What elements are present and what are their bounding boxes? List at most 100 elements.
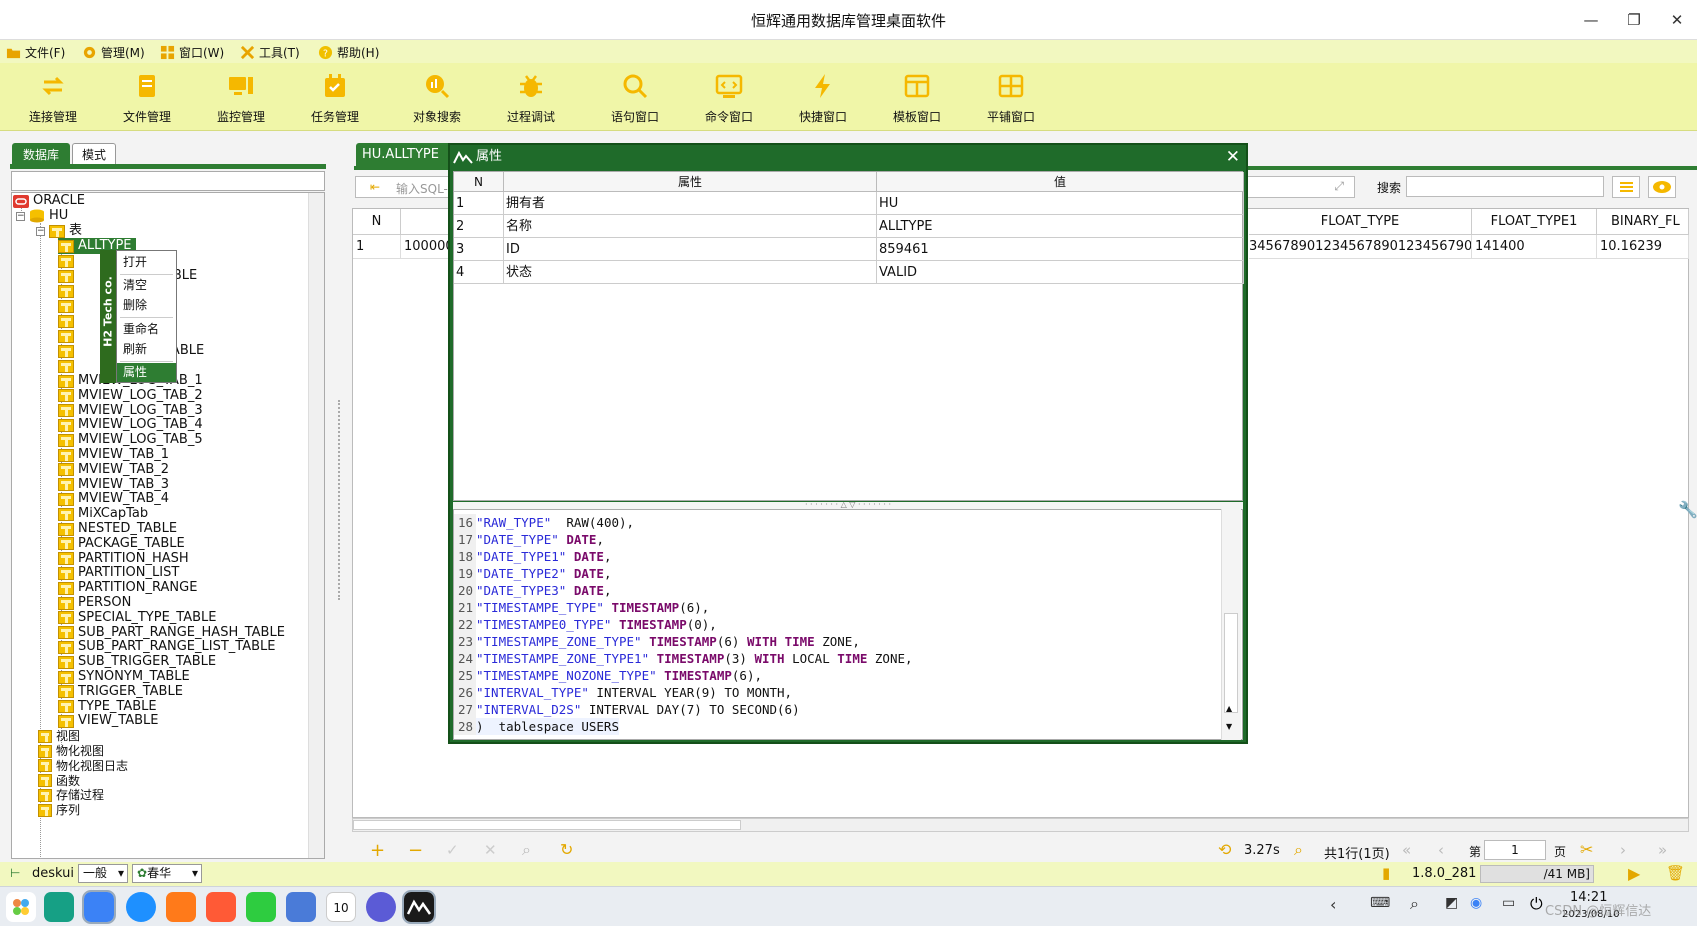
list-view-button[interactable] [1612,176,1640,198]
tree-node-table[interactable]: MVIEW_TAB_4 [58,491,169,507]
scroll-up-icon[interactable]: ▲ [1226,704,1232,713]
minimize-button[interactable]: — [1576,8,1606,32]
cancel-icon[interactable]: ✕ [484,841,497,859]
tree-node-hu[interactable]: − HU [16,208,68,224]
property-cell[interactable]: 859461 [877,238,1244,261]
last-page-icon[interactable]: » [1658,841,1667,859]
tree-node-table[interactable]: MiXCapTab [58,506,148,522]
launcher-icon[interactable] [6,892,36,922]
power-icon[interactable]: ⏻ [1530,894,1543,914]
tree-node-table[interactable]: TYPE_TABLE [58,699,157,715]
property-cell[interactable]: ID [504,238,877,261]
menu-help[interactable]: ? 帮助(H) [318,43,379,61]
network-icon[interactable]: ◉ [1470,895,1482,911]
toolbar-command-button[interactable]: 命令窗口 [686,69,772,129]
keyboard-icon[interactable]: ⌨ [1370,895,1390,911]
prev-page-icon[interactable]: ‹ [1438,841,1444,859]
table-cell[interactable]: 141400 [1472,235,1597,259]
play-icon[interactable]: ▶ [1628,864,1640,883]
collapse-icon[interactable]: − [16,211,25,221]
toolbar-object-search-button[interactable]: 对象搜索 [394,69,480,129]
expand-icon[interactable]: ⤢ [1334,179,1344,194]
menu-window[interactable]: 窗口(W) [160,43,224,61]
menu-manage[interactable]: 管理(M) [82,43,145,61]
property-cell[interactable]: 4 [454,261,504,284]
property-cell[interactable]: 2 [454,215,504,238]
tree-node-table[interactable]: MVIEW_LOG_TAB_2 [58,388,203,404]
tree-node-table[interactable]: VIEW_TABLE [58,713,159,729]
ddl-code-view[interactable]: 16 "RAW_TYPE" RAW(400), 17 "DATE_TYPE" DATE… [453,509,1243,740]
tree-node-folder[interactable]: 函数 [38,773,80,789]
docs-icon[interactable] [286,892,316,922]
column-header[interactable]: 属性 [504,172,877,192]
table-cell[interactable]: 1 [353,235,401,259]
toolbar-template-button[interactable]: 模板窗口 [874,69,960,129]
table-cell[interactable]: 34567890123456789012345679​00 [1249,235,1472,259]
tree-node-table[interactable] [58,298,74,314]
tree-node-oracle[interactable]: ORACLE [13,193,85,209]
check-icon[interactable]: ✓ [446,841,459,859]
property-cell[interactable]: HU [877,192,1244,215]
first-page-icon[interactable]: « [1402,841,1411,859]
tree-node-table[interactable] [58,358,74,374]
tab-schema[interactable]: 模式 [72,143,116,165]
browser-icon[interactable] [126,892,156,922]
tree-node-table[interactable]: MVIEW_TAB_3 [58,477,169,493]
dialog-splitter[interactable]: · · · · · · · △ ▽ · · · · · · · [453,501,1243,509]
menu-item-clear[interactable]: 清空 [117,276,176,295]
tree-node-table[interactable]: MVIEW_TAB_1 [58,447,169,463]
tree-node-table[interactable]: SUB_PART_RANGE_HASH_TABLE [58,625,285,641]
menu-item-refresh[interactable]: 刷新 [117,340,176,359]
tree-node-folder[interactable]: 物化视图 [38,743,104,759]
store-icon[interactable] [166,892,196,922]
remove-icon[interactable]: − [408,840,423,861]
property-cell[interactable]: 状态 [504,261,877,284]
wrench-icon[interactable]: 🔧 [1678,500,1697,519]
property-cell[interactable]: 名称 [504,215,877,238]
dialog-close-icon[interactable]: ✕ [1226,147,1240,167]
screenshot-icon[interactable]: ◩ [1445,895,1458,911]
tree-node-table[interactable]: PARTITION_HASH [58,551,189,567]
page-input[interactable]: 1 [1484,840,1546,860]
tree-node-table[interactable]: PERSON [58,595,131,611]
tree-node-table[interactable]: PARTITION_RANGE [58,580,197,596]
jump-icon[interactable]: ✂ [1580,840,1593,859]
column-header[interactable]: N [454,172,504,192]
column-header[interactable]: FLOAT_TYPE1 [1472,209,1597,235]
photos-icon[interactable] [206,892,236,922]
tree-node-table[interactable]: SUB_PART_RANGE_LIST_TABLE [58,639,276,655]
property-cell[interactable]: 1 [454,192,504,215]
toolbar-tile-button[interactable]: 平铺窗口 [968,69,1054,129]
theme-select[interactable]: ✿春华 ▾ [132,864,202,883]
tree-node-tables[interactable]: − 表 [36,223,82,239]
column-header[interactable] [401,209,451,235]
table-cell[interactable]: 100000 [401,235,451,259]
property-cell[interactable]: ALLTYPE [877,215,1244,238]
scroll-thumb[interactable] [353,820,741,830]
grid-horizontal-scrollbar[interactable] [352,818,1689,832]
menu-item-open[interactable]: 打开 [117,253,176,272]
toolbar-debug-button[interactable]: 过程调试 [488,69,574,129]
tray-chevron-icon[interactable]: ‹ [1330,895,1336,914]
collapse-icon[interactable]: − [36,226,45,236]
menu-file[interactable]: 文件(F) [6,43,65,61]
toolbar-monitor-button[interactable]: 监控管理 [198,69,284,129]
table-cell[interactable]: 10.16239 [1597,235,1689,259]
tree-node-table[interactable]: MVIEW_LOG_TAB_3 [58,403,203,419]
property-cell[interactable]: VALID [877,261,1244,284]
scroll-down-icon[interactable]: ▼ [1226,722,1232,731]
toolbar-task-button[interactable]: 任务管理 [292,69,378,129]
property-cell[interactable]: 3 [454,238,504,261]
trash-icon[interactable]: 🗑 [1666,864,1685,882]
tree-node-table[interactable]: TRIGGER_TABLE [58,684,183,700]
tree-node-table[interactable]: MVIEW_LOG_TAB_5 [58,432,203,448]
tree-node-table[interactable]: PARTITION_LIST [58,565,179,581]
toolbar-statement-button[interactable]: 语句窗口 [592,69,678,129]
column-header[interactable]: BINARY_FL [1597,209,1689,235]
tree-filter-input[interactable] [11,171,325,191]
eye-button[interactable] [1648,176,1676,198]
restore-button[interactable]: ❐ [1619,8,1649,32]
refresh-icon[interactable]: ↻ [560,840,573,859]
column-header[interactable]: 值 [877,172,1244,192]
tree-node-table[interactable]: MVIEW_LOG_TAB_4 [58,417,203,433]
